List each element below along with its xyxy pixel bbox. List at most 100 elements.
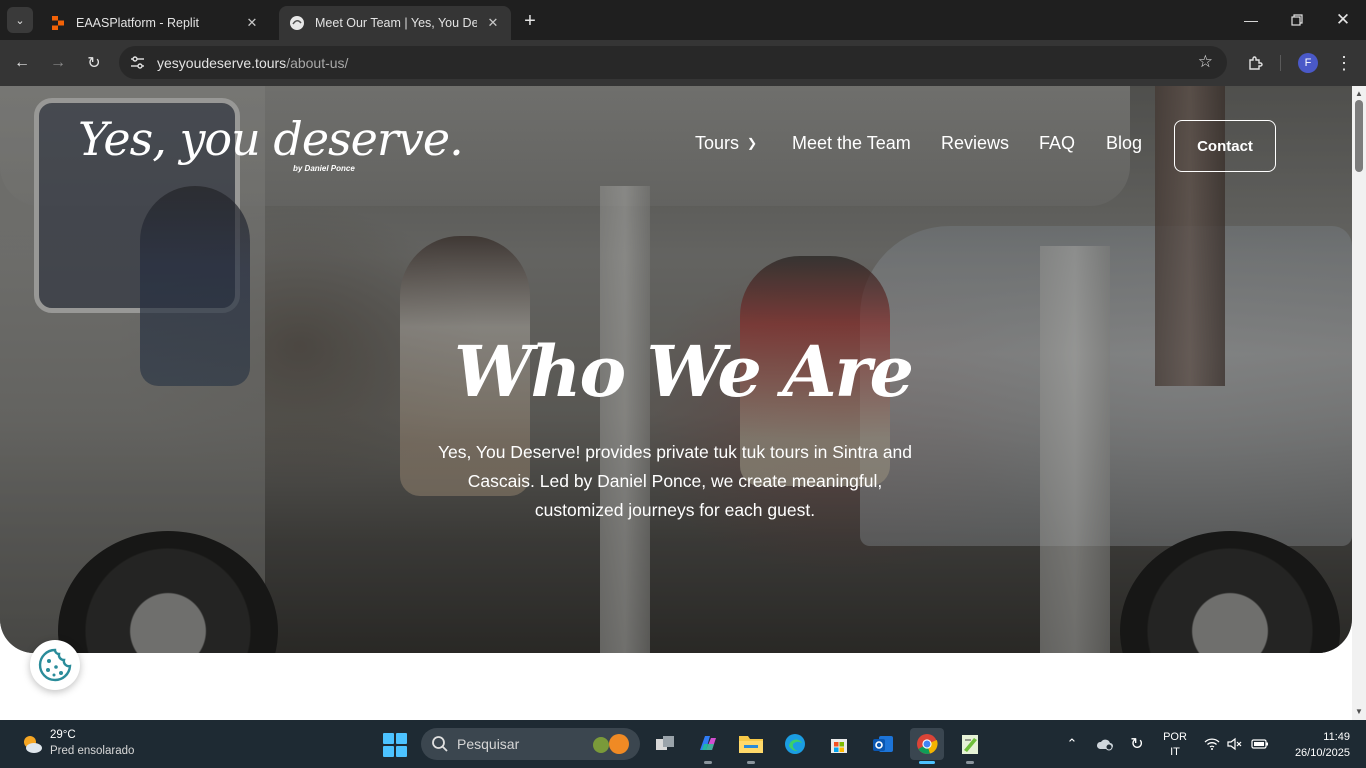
- keyboard-layout: IT: [1170, 746, 1180, 758]
- nav-item-label: Tours: [695, 133, 740, 153]
- wifi-tray-icon[interactable]: [1203, 734, 1221, 754]
- app-running-indicator: [966, 761, 974, 764]
- taskbar-microsoft-store[interactable]: [822, 728, 856, 760]
- tab-search-button[interactable]: ⌄: [7, 7, 33, 33]
- scrollbar-thumb[interactable]: [1355, 100, 1363, 172]
- cloud-sync-icon: [1096, 739, 1113, 751]
- search-placeholder: Pesquisar: [457, 736, 520, 752]
- taskbar-chrome[interactable]: [910, 728, 944, 764]
- folder-icon: [739, 736, 763, 753]
- taskbar: 29°C Pred ensolarado Pesquisar ⌃ ↻ POR I…: [0, 720, 1366, 768]
- arrow-left-icon: ←: [14, 54, 30, 71]
- sync-icon: ↻: [1130, 736, 1144, 753]
- browser-menu-button[interactable]: ⋮: [1334, 51, 1354, 75]
- battery-charging-icon: [1251, 739, 1268, 749]
- notepad-plus-icon: [962, 735, 978, 754]
- taskbar-m365-copilot[interactable]: [691, 728, 725, 764]
- bookmark-star-icon[interactable]: ☆: [1198, 52, 1213, 72]
- tab-replit[interactable]: EAASPlatform - Replit ✕: [40, 6, 270, 40]
- new-tab-button[interactable]: +: [518, 9, 542, 33]
- extensions-button[interactable]: [1243, 51, 1267, 75]
- arrow-right-icon: →: [50, 54, 66, 71]
- forward-button[interactable]: →: [46, 51, 70, 75]
- minimize-button[interactable]: —: [1228, 0, 1274, 40]
- page-scrollbar[interactable]: ▲ ▼: [1352, 86, 1366, 720]
- clock-time: 11:49: [1323, 731, 1350, 743]
- windows-logo-icon: [383, 733, 394, 744]
- start-button[interactable]: [383, 733, 407, 757]
- wifi-icon: [1204, 738, 1220, 750]
- cookie-icon: [38, 648, 72, 682]
- restore-button[interactable]: [1274, 0, 1320, 40]
- show-hidden-icons-button[interactable]: ⌃: [1064, 734, 1080, 754]
- puzzle-icon: [1248, 55, 1263, 70]
- tab-strip: ⌄ EAASPlatform - Replit ✕ Meet Our Team …: [0, 0, 1366, 40]
- system-clock[interactable]: 11:49 26/10/2025: [1280, 729, 1350, 761]
- app-running-indicator: [747, 761, 755, 764]
- chevron-up-icon: ⌃: [1066, 736, 1078, 751]
- windows-logo-icon: [396, 746, 407, 757]
- hero-section: Yes, you deserve. by Daniel Ponce Tours ❯…: [0, 86, 1352, 653]
- page-viewport: Yes, you deserve. by Daniel Ponce Tours ❯…: [0, 86, 1352, 720]
- taskbar-outlook[interactable]: [866, 728, 900, 760]
- search-highlight-icon: [593, 734, 629, 754]
- close-tab-icon[interactable]: ✕: [244, 15, 260, 31]
- onedrive-tray-icon[interactable]: [1095, 734, 1115, 754]
- minimize-icon: —: [1244, 12, 1258, 28]
- taskbar-notepad-plus[interactable]: [953, 728, 987, 764]
- app-active-indicator: [919, 761, 935, 764]
- clock-date: 26/10/2025: [1294, 747, 1350, 759]
- scroll-down-arrow-icon[interactable]: ▼: [1355, 707, 1363, 716]
- cookie-settings-button[interactable]: [30, 640, 80, 690]
- nav-item-faq[interactable]: FAQ: [1039, 133, 1075, 154]
- sun-cloud-icon: [24, 736, 42, 753]
- scroll-up-arrow-icon[interactable]: ▲: [1355, 89, 1363, 98]
- nav-item-reviews[interactable]: Reviews: [941, 133, 1009, 154]
- main-nav: Tours ❯ Meet the Team Reviews FAQ Blog: [0, 133, 1352, 159]
- tab-meet-our-team[interactable]: Meet Our Team | Yes, You Deserve ✕: [279, 6, 511, 40]
- chrome-icon: [917, 734, 938, 754]
- app-running-indicator: [704, 761, 712, 764]
- taskbar-edge[interactable]: [778, 728, 812, 760]
- task-view-icon: [656, 736, 674, 750]
- page-title: Who We Are: [453, 330, 914, 413]
- address-bar[interactable]: yesyoudeserve.tours/about-us/ ☆: [119, 46, 1227, 79]
- reload-icon: ↻: [87, 55, 101, 72]
- m365-copilot-icon: [700, 736, 716, 750]
- windows-logo-icon: [383, 746, 394, 757]
- contact-button[interactable]: Contact: [1174, 120, 1276, 172]
- tab-title: Meet Our Team | Yes, You Deserve: [315, 16, 477, 30]
- sync-tray-icon[interactable]: ↻: [1127, 734, 1147, 754]
- edge-icon: [785, 734, 805, 754]
- url-text: yesyoudeserve.tours/about-us/: [157, 55, 348, 71]
- volume-tray-icon[interactable]: [1226, 734, 1244, 754]
- weather-description: Pred ensolarado: [50, 745, 135, 757]
- close-tab-icon[interactable]: ✕: [485, 15, 501, 31]
- url-path: /about-us/: [286, 55, 349, 71]
- toolbar-separator: [1280, 55, 1281, 71]
- nav-item-meet-the-team[interactable]: Meet the Team: [792, 133, 911, 154]
- battery-tray-icon[interactable]: [1250, 734, 1270, 754]
- profile-avatar[interactable]: F: [1298, 53, 1318, 73]
- site-favicon: [289, 15, 305, 31]
- taskbar-file-explorer[interactable]: [734, 728, 768, 764]
- replit-icon: [50, 15, 66, 31]
- back-button[interactable]: ←: [10, 51, 34, 75]
- tab-title: EAASPlatform - Replit: [76, 16, 199, 30]
- store-icon: [831, 739, 847, 753]
- input-language-indicator[interactable]: POR IT: [1162, 730, 1188, 760]
- volume-muted-icon: [1227, 737, 1242, 751]
- search-icon: [432, 736, 448, 752]
- browser-toolbar: ← → ↻ yesyoudeserve.tours/about-us/ ☆ F …: [0, 40, 1366, 86]
- taskbar-search[interactable]: Pesquisar: [421, 728, 640, 760]
- taskbar-task-view[interactable]: [648, 728, 682, 760]
- reload-button[interactable]: ↻: [82, 51, 106, 75]
- nav-item-tours[interactable]: Tours ❯: [695, 133, 757, 154]
- nav-item-blog[interactable]: Blog: [1106, 133, 1142, 154]
- site-settings-icon[interactable]: [129, 54, 146, 71]
- logo-byline: by Daniel Ponce: [293, 164, 355, 173]
- chevron-down-icon: ❯: [747, 136, 758, 150]
- chevron-down-icon: ⌄: [15, 14, 25, 27]
- close-window-button[interactable]: ✕: [1320, 0, 1366, 40]
- url-domain: yesyoudeserve.tours: [157, 55, 287, 71]
